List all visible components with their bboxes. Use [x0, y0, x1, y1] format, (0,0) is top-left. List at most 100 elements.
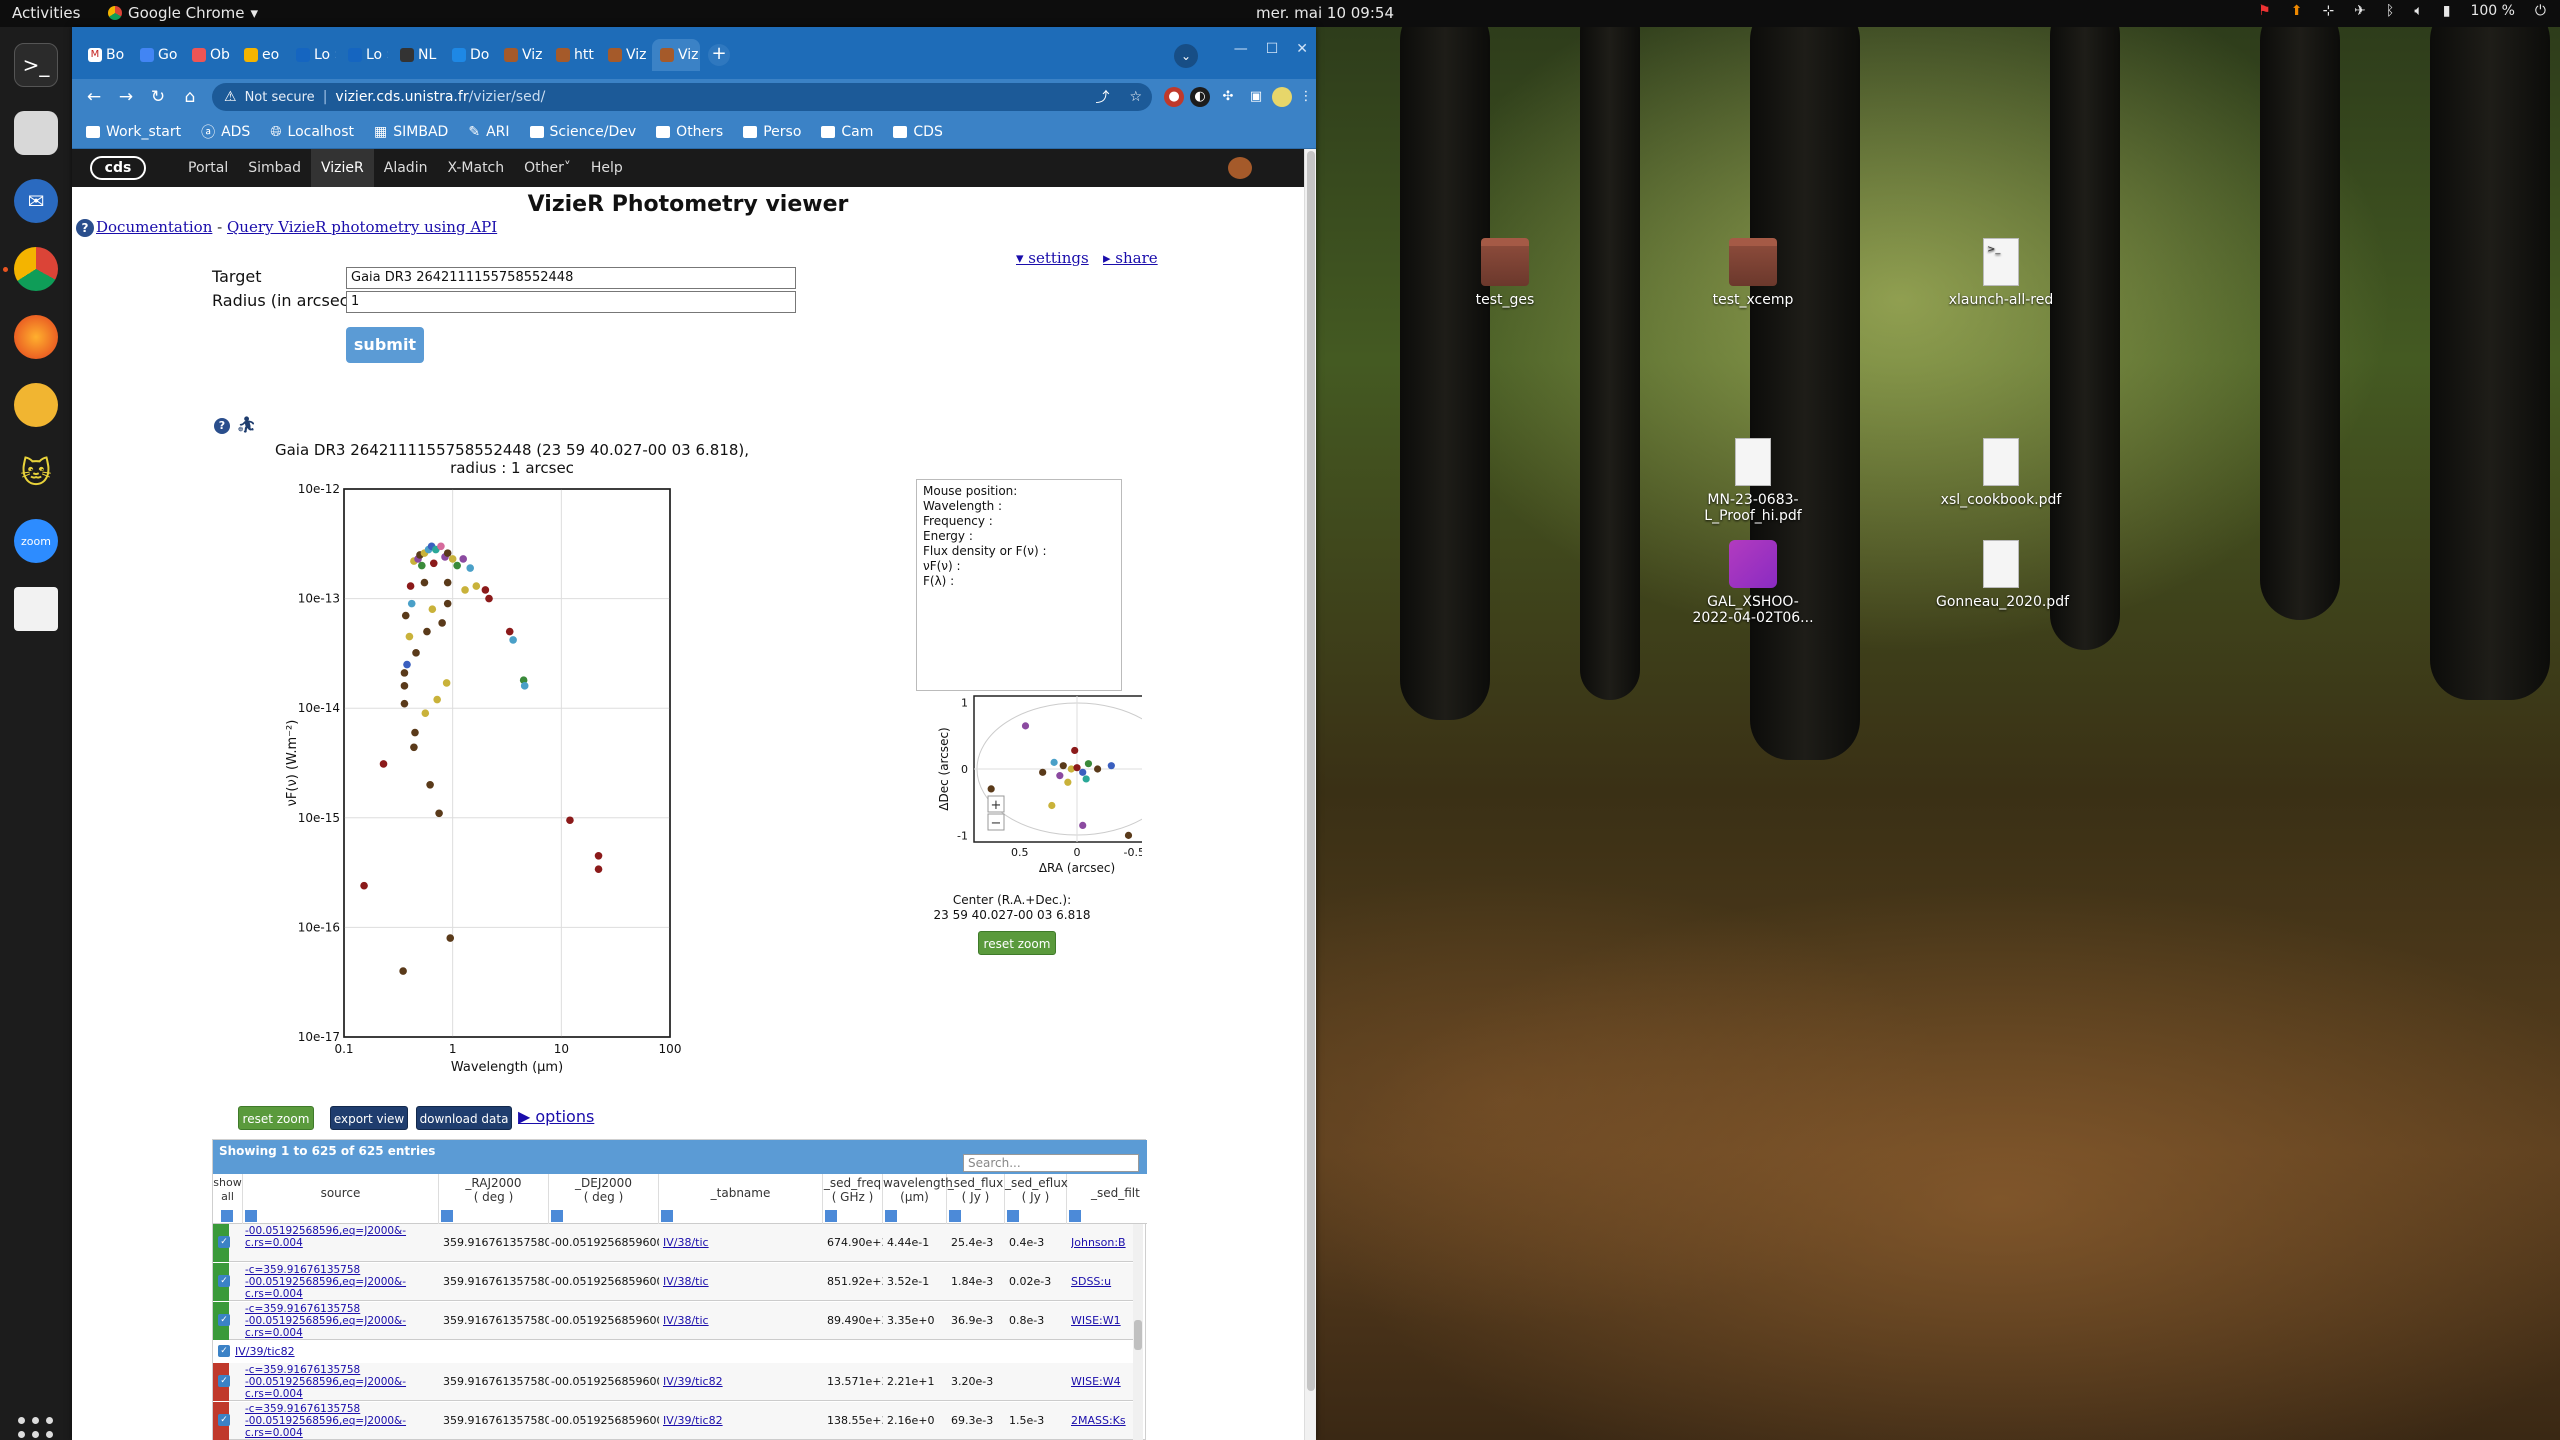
table-scrollbar-thumb[interactable]	[1134, 1320, 1142, 1350]
browser-tab[interactable]: Do✕	[444, 39, 492, 71]
table-row[interactable]: ✓ -c=359.91676135758 -00.05192568596,eq=J…	[213, 1263, 1133, 1301]
maximize-icon[interactable]: ☐	[1266, 41, 1279, 57]
bookmark-ari[interactable]: ✎ ARI	[468, 124, 509, 140]
app-menu[interactable]: Google Chrome ▾	[108, 4, 258, 22]
row-source-link[interactable]: -c=359.91676135758 -00.05192568596,eq=J2…	[245, 1264, 439, 1300]
row-source-link[interactable]: -c=359.91676135758 -00.05192568596,eq=J2…	[245, 1364, 439, 1400]
zoom-icon[interactable]: zoom	[14, 519, 58, 563]
cell-filter-link[interactable]: Johnson:B	[1071, 1224, 1131, 1262]
desktop-file-gonneau[interactable]: Gonneau_2020.pdf	[1936, 540, 2069, 610]
help-icon[interactable]: ?	[76, 219, 94, 237]
cell-tabname-link[interactable]: IV/39/tic82	[663, 1402, 823, 1440]
sed-chart[interactable]: 0.1 1 10 100 10e-12 10e-13 10e-14 10e-15 10e-16 1…	[202, 479, 902, 1079]
bookmark-work-start[interactable]: Work_start	[86, 124, 181, 140]
desktop-file-mn-proof[interactable]: MN-23-0683-L_Proof_hi.pdf	[1688, 438, 1818, 524]
bookmark-simbad[interactable]: ▦ SIMBAD	[374, 124, 448, 140]
vizier-logo-icon[interactable]	[1228, 157, 1252, 179]
row-checkbox[interactable]: ✓	[218, 1275, 230, 1287]
software-icon[interactable]	[14, 383, 58, 427]
network-icon[interactable]: ⊹	[2322, 3, 2334, 19]
notification-icon[interactable]: ⚑	[2258, 3, 2271, 19]
cell-filter-link[interactable]: 2MASS:Ks	[1071, 1402, 1131, 1440]
zoom-in-icon[interactable]: +	[991, 798, 1002, 813]
col-sed-filter[interactable]: _sed_filt	[1067, 1174, 1147, 1224]
bluetooth-icon[interactable]: ᛒ	[2386, 3, 2394, 19]
share-icon[interactable]: ⤴	[1095, 87, 1109, 107]
desktop-folder-test-xcemp[interactable]: test_xcemp	[1688, 238, 1818, 308]
table-row[interactable]: ✓ -c=359.91676135758 -00.05192568596,eq=J…	[213, 1402, 1133, 1440]
cds-logo[interactable]: cds	[90, 156, 146, 180]
row-checkbox[interactable]: ✓	[218, 1236, 230, 1248]
browser-tab[interactable]: Lo✕	[288, 39, 336, 71]
cell-filter-link[interactable]: WISE:W1	[1071, 1302, 1131, 1340]
col-filter-box[interactable]	[245, 1210, 257, 1222]
extension-adblock-icon[interactable]: ●	[1164, 87, 1184, 107]
row-source-link[interactable]: -c=359.91676135758 -00.05192568596,eq=J2…	[245, 1403, 439, 1439]
desktop-folder-test-ges[interactable]: test_ges	[1440, 238, 1570, 308]
scrollbar-thumb[interactable]	[1307, 151, 1315, 1391]
show-apps-icon[interactable]	[18, 1417, 54, 1440]
col-tabname[interactable]: _tabname	[659, 1174, 823, 1224]
back-icon[interactable]: ←	[82, 85, 106, 109]
browser-tab[interactable]: Go✕	[132, 39, 180, 71]
bookmark-localhost[interactable]: 🌐︎ Localhost	[270, 124, 354, 140]
reader-icon[interactable]	[14, 587, 58, 631]
options-toggle[interactable]: ▶ options	[518, 1107, 594, 1126]
chrome-menu-icon[interactable]: ⋮	[1296, 87, 1316, 107]
thunderbird-icon[interactable]: ✉	[14, 179, 58, 223]
tab-search-button[interactable]: ⌄	[1174, 44, 1198, 68]
extensions-puzzle-icon[interactable]: ✣	[1218, 87, 1238, 107]
submit-button[interactable]: submit	[346, 327, 424, 363]
firefox-icon[interactable]	[14, 315, 58, 359]
power-menu-icon[interactable]: ⏻	[2535, 3, 2546, 19]
col-filter-box[interactable]	[551, 1210, 563, 1222]
col-source[interactable]: source	[243, 1174, 439, 1224]
reset-zoom-position-button[interactable]: reset zoom	[978, 931, 1056, 955]
cell-tabname-link[interactable]: IV/39/tic82	[663, 1363, 823, 1401]
browser-tab[interactable]: Viz✕	[496, 39, 544, 71]
reset-zoom-button[interactable]: reset zoom	[238, 1106, 314, 1130]
desktop-file-gal-xshoo[interactable]: GAL_XSHOO-2022-04-02T06...	[1688, 540, 1818, 626]
side-panel-icon[interactable]: ▣	[1246, 87, 1266, 107]
col-dej2000[interactable]: _DEJ2000 ( deg )	[549, 1174, 659, 1224]
bookmark-others[interactable]: Others	[656, 124, 723, 140]
table-row[interactable]: ✓ -c=359.91676135758 -00.05192568596,eq=J…	[213, 1363, 1133, 1401]
address-bar[interactable]: ⚠ Not secure | vizier.cds.unistra.fr/viz…	[212, 83, 1152, 111]
nav-xmatch[interactable]: X-Match	[437, 149, 514, 187]
close-icon[interactable]: ✕	[283, 48, 284, 62]
minimize-icon[interactable]: —	[1234, 41, 1248, 57]
share-toggle[interactable]: ▸ share	[1103, 249, 1158, 267]
target-input[interactable]: Gaia DR3 2642111155758552448	[346, 267, 796, 289]
table-search-input[interactable]: Search...	[963, 1154, 1139, 1172]
col-sed-flux[interactable]: _sed_flux ( Jy )	[947, 1174, 1005, 1224]
group-checkbox[interactable]: ✓	[218, 1345, 230, 1357]
col-filter-box[interactable]	[885, 1210, 897, 1222]
bookmark-science-dev[interactable]: Science/Dev	[529, 124, 636, 140]
group-label[interactable]: IV/39/tic82	[235, 1345, 295, 1358]
col-sed-eflux[interactable]: _sed_eflux ( Jy )	[1005, 1174, 1068, 1224]
nav-aladin[interactable]: Aladin	[374, 149, 438, 187]
battery-icon[interactable]: ▮	[2443, 3, 2451, 19]
row-checkbox[interactable]: ✓	[218, 1375, 230, 1387]
chrome-icon[interactable]	[14, 247, 58, 291]
col-filter-box[interactable]	[949, 1210, 961, 1222]
files-icon[interactable]	[14, 111, 58, 155]
profile-avatar[interactable]	[1272, 87, 1292, 107]
home-icon[interactable]: ⌂	[178, 85, 202, 109]
browser-tab[interactable]: NL✕	[392, 39, 440, 71]
bookmark-cds[interactable]: CDS	[893, 124, 943, 140]
documentation-link[interactable]: Documentation	[96, 218, 212, 236]
bookmark-ads[interactable]: ⓐ ADS	[201, 122, 250, 142]
desktop-file-xlaunch[interactable]: >_ xlaunch-all-red	[1936, 238, 2066, 308]
bookmark-star-icon[interactable]: ☆	[1129, 89, 1142, 105]
nav-simbad[interactable]: Simbad	[238, 149, 311, 187]
show-all-header[interactable]: show all	[213, 1174, 243, 1224]
col-sed-freq[interactable]: _sed_freq ( GHz )	[823, 1174, 883, 1224]
position-plot[interactable]: 0.5 0 -0.5 1 0 -1 ΔRA (arcsec) ΔDec (arcsec) + −	[862, 694, 1142, 894]
help-icon[interactable]: ?	[214, 418, 230, 434]
desktop-file-xsl-cookbook[interactable]: xsl_cookbook.pdf	[1936, 438, 2066, 508]
row-source-link[interactable]: -c=359.91676135758 -00.05192568596,eq=J2…	[245, 1303, 439, 1339]
browser-tab[interactable]: eo✕	[236, 39, 284, 71]
browser-tab[interactable]: Ob✕	[184, 39, 232, 71]
nav-other[interactable]: Other˅	[514, 149, 581, 187]
